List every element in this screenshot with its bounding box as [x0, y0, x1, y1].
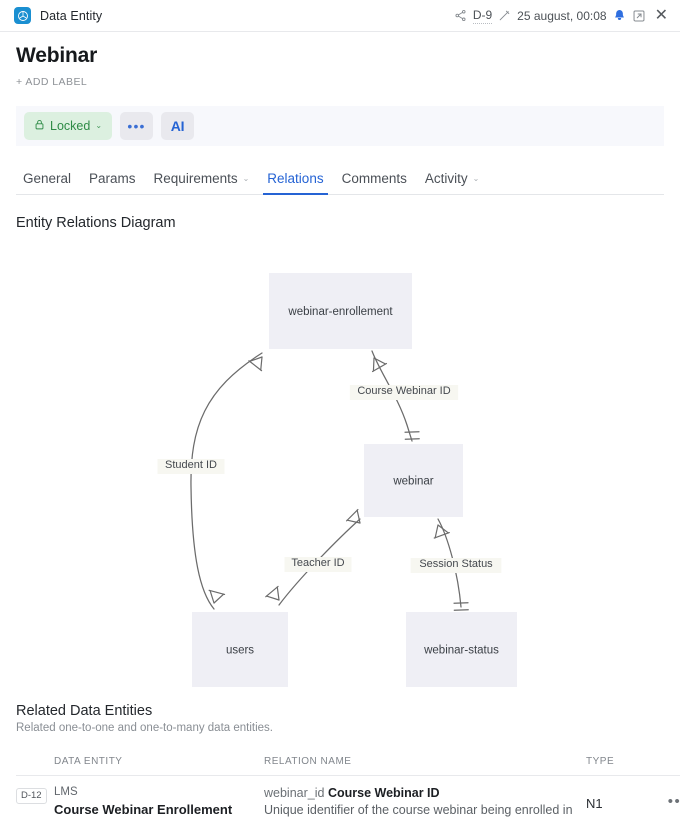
- window-titlebar-left: Data Entity: [14, 7, 102, 24]
- column-header-data-entity: DATA ENTITY: [54, 756, 264, 777]
- page-title: Webinar: [16, 44, 98, 67]
- table-header-row: DATA ENTITY RELATION NAME TYPE: [16, 756, 680, 777]
- diagram-node-users[interactable]: users: [192, 612, 288, 688]
- diagram-node-label: webinar: [392, 476, 433, 488]
- last-modified-date: 25 august, 00:08: [517, 8, 607, 23]
- chevron-down-icon: ⌄: [472, 173, 480, 183]
- more-actions-button[interactable]: •••: [120, 112, 154, 141]
- tab-label: Comments: [341, 171, 407, 187]
- entity-group: LMS: [54, 786, 78, 799]
- more-dots-icon: •••: [127, 118, 146, 135]
- tab-label: Activity: [424, 171, 468, 187]
- column-header-relation-name: RELATION NAME: [264, 756, 586, 777]
- tab-bar: General Params Requirements ⌄ Relations …: [16, 162, 664, 196]
- tab-label: General: [23, 171, 72, 187]
- entity-relations-diagram[interactable]: webinar-enrollement webinar users webinar-s…: [0, 239, 680, 699]
- diagram-edge-label-course-webinar-id: Course Webinar ID: [349, 385, 459, 401]
- related-entities-table: DATA ENTITY RELATION NAME TYPE D-12 LMS …: [16, 756, 680, 819]
- tab-label: Params: [89, 171, 136, 187]
- column-header-spacer: [16, 756, 54, 777]
- tab-comments[interactable]: Comments: [333, 171, 416, 194]
- related-data-entities-section: Related Data Entities Related one-to-one…: [16, 703, 680, 819]
- ai-assistant-button[interactable]: AI: [161, 112, 195, 141]
- svg-text:Session Status: Session Status: [419, 558, 493, 570]
- locked-status-button[interactable]: Locked ⌄: [24, 112, 113, 141]
- relation-type: N1: [586, 796, 603, 812]
- er-diagram-svg[interactable]: webinar-enrollement webinar users webinar-s…: [0, 239, 680, 689]
- diagram-edge-label-student-id: Student ID: [157, 459, 225, 475]
- app-title: Data Entity: [40, 8, 103, 23]
- relation-key: webinar_id: [264, 786, 325, 801]
- chevron-down-icon: ⌄: [242, 173, 250, 183]
- entity-name[interactable]: Course Webinar Enrollement: [54, 801, 264, 819]
- column-header-type: TYPE: [586, 756, 648, 777]
- tab-label: Requirements: [153, 171, 238, 187]
- svg-text:Teacher ID: Teacher ID: [291, 557, 344, 569]
- diagram-cardinality-one-3: [404, 431, 420, 440]
- diagram-node-label: webinar-status: [423, 645, 499, 657]
- diagram-edge-student-id: [190, 352, 263, 610]
- tab-general[interactable]: General: [16, 171, 80, 194]
- open-external-icon[interactable]: [632, 9, 646, 23]
- ticket-id[interactable]: D-9: [472, 8, 493, 24]
- related-subtitle: Related one-to-one and one-to-many data …: [16, 722, 273, 735]
- entity-id-badge: D-12: [16, 788, 47, 804]
- row-menu-cell: •••: [648, 776, 680, 820]
- database-cube-icon: [14, 7, 31, 24]
- tab-requirements[interactable]: Requirements ⌄: [145, 171, 259, 194]
- action-toolbar: Locked ⌄ ••• AI: [16, 106, 664, 147]
- table-row[interactable]: D-12 LMS Course Webinar Enrollement webi…: [16, 776, 680, 820]
- ai-icon: AI: [170, 118, 185, 135]
- locked-label: Locked: [50, 119, 91, 134]
- diagram-cardinality-many-4: [345, 509, 361, 524]
- page-header: Webinar + ADD LABEL: [0, 32, 680, 90]
- diagram-edge-label-session-status: Session Status: [410, 558, 502, 574]
- diagram-node-label: users: [226, 645, 254, 657]
- diagram-node-webinar-status[interactable]: webinar-status: [406, 612, 517, 688]
- svg-text:Course Webinar ID: Course Webinar ID: [357, 385, 450, 397]
- chevron-down-icon: ⌄: [95, 121, 103, 131]
- bell-icon[interactable]: [613, 9, 626, 22]
- diagram-cardinality-many-6: [433, 524, 450, 539]
- diagram-node-webinar[interactable]: webinar: [364, 444, 463, 518]
- svg-text:Student ID: Student ID: [165, 459, 217, 471]
- row-relation-cell: webinar_id Course Webinar ID Unique iden…: [264, 776, 586, 820]
- window-titlebar: Data Entity D-9 25 august, 00:08 ✕: [0, 0, 680, 32]
- lock-icon: [34, 119, 45, 133]
- relation-description: Unique identifier of the course webinar …: [264, 803, 573, 818]
- diagram-edge-label-teacher-id: Teacher ID: [284, 557, 352, 573]
- pencil-icon[interactable]: [498, 9, 511, 22]
- relation-name: Course Webinar ID: [327, 786, 440, 801]
- share-icon[interactable]: [454, 9, 467, 22]
- related-title: Related Data Entities: [16, 703, 153, 720]
- window-titlebar-right: D-9 25 august, 00:08 ✕: [454, 7, 668, 24]
- diagram-node-webinar-enrollement[interactable]: webinar-enrollement: [269, 273, 412, 350]
- add-label-button[interactable]: + ADD LABEL: [16, 76, 87, 88]
- tab-params[interactable]: Params: [80, 171, 145, 194]
- tab-label: Relations: [267, 171, 324, 187]
- diagram-heading: Entity Relations Diagram: [16, 215, 176, 232]
- close-icon[interactable]: ✕: [655, 7, 668, 24]
- tab-activity[interactable]: Activity ⌄: [416, 171, 488, 194]
- diagram-node-label: webinar-enrollement: [287, 306, 393, 318]
- row-badge-cell: D-12: [16, 776, 54, 820]
- row-more-actions-button[interactable]: •••: [648, 785, 680, 810]
- tab-relations[interactable]: Relations: [258, 171, 332, 196]
- row-type-cell: N1: [586, 776, 648, 820]
- diagram-cardinality-many-5: [265, 585, 280, 601]
- relation-name-line: webinar_id Course Webinar ID: [264, 785, 586, 802]
- row-entity-cell: LMS Course Webinar Enrollement: [54, 776, 264, 820]
- column-header-menu: [648, 756, 680, 777]
